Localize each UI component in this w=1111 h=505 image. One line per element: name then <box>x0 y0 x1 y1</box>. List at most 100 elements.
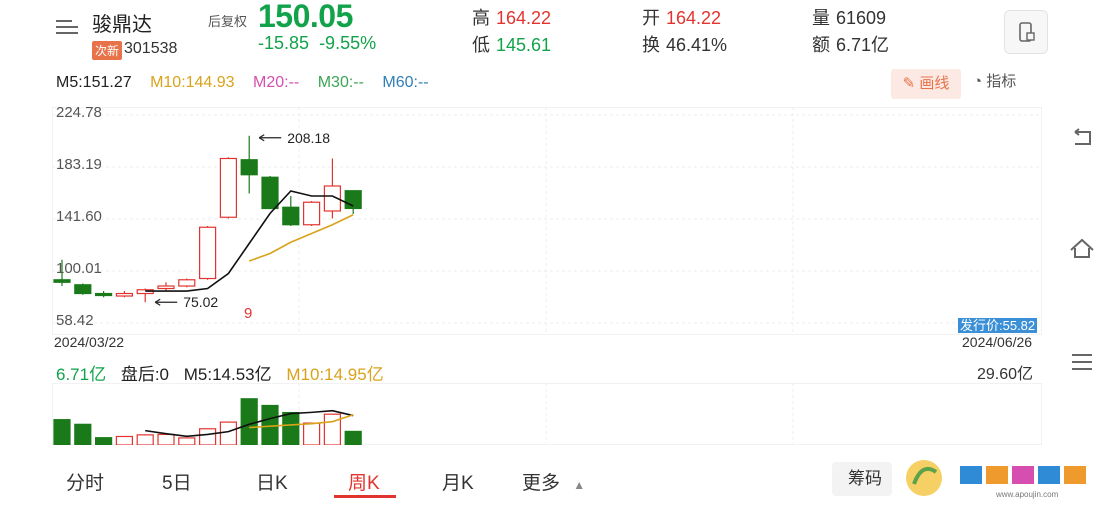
back-icon[interactable] <box>1068 124 1096 152</box>
stat-high: 高 164.22 <box>472 8 552 28</box>
candle-body <box>157 285 175 290</box>
candle <box>240 135 258 194</box>
stat-open: 开 164.22 <box>642 8 722 28</box>
candle-body <box>282 206 300 226</box>
annotation-label: 75.02 <box>183 294 218 310</box>
volume-bar <box>94 437 113 445</box>
candle <box>115 291 134 298</box>
end-date: 2024/06/26 <box>962 334 1033 350</box>
candle <box>344 190 362 214</box>
ma-legend: M5:151.27 M10:144.93 M20:-- M30:-- M60:-… <box>56 74 443 92</box>
stock-name: 骏鼎达 <box>92 14 152 36</box>
candle-body <box>261 176 279 210</box>
y-tick-label: 100.01 <box>56 260 102 277</box>
event-marker-9: 9 <box>244 305 253 322</box>
volume-bar <box>157 433 175 445</box>
stat-turnover: 换 46.41% <box>642 35 728 55</box>
candle-body <box>178 279 196 287</box>
ma10-label: M10:144.93 <box>150 74 235 91</box>
candle <box>261 175 279 210</box>
stat-low: 低 145.61 <box>472 35 552 55</box>
volume-ma5: M5:14.53亿 <box>183 365 272 384</box>
volume-ma10: M10:14.95亿 <box>286 365 384 384</box>
annotation-label: 208.18 <box>287 130 330 146</box>
volume-bars <box>53 398 362 445</box>
phone-rotate-icon <box>1019 22 1035 42</box>
adjust-mode-label[interactable]: 后复权 <box>208 11 247 30</box>
stock-tag-badge: 次新 <box>92 41 123 60</box>
candle <box>303 200 321 227</box>
menu-lines-icon[interactable] <box>1068 348 1096 376</box>
candle-body <box>115 292 134 297</box>
watermark-logo: www.apoujin.com <box>900 452 1111 500</box>
indicator-button[interactable]: ◔ 指标 <box>973 70 1016 91</box>
caret-up-icon: ▲ <box>573 478 586 492</box>
ma60-label: M60:-- <box>382 74 429 91</box>
volume-bar <box>199 428 217 445</box>
volume-amount: 6.71亿 <box>56 365 107 384</box>
volume-bar <box>74 423 92 445</box>
candle <box>282 195 300 227</box>
current-price: 150.05 <box>258 0 353 34</box>
price-change: -15.85 -9.55% <box>258 33 376 54</box>
draw-line-button[interactable]: ✎ 画线 <box>891 69 961 99</box>
tab-5day[interactable]: 5日 <box>162 468 192 495</box>
y-tick-label: 58.42 <box>56 312 94 329</box>
candle-body <box>303 201 321 226</box>
volume-max: 29.60亿 <box>977 366 1034 383</box>
candle-body <box>240 159 258 176</box>
watermark-url: www.apoujin.com <box>996 490 1059 499</box>
tab-daily-k[interactable]: 日K <box>256 468 288 495</box>
pencil-icon: ✎ <box>902 75 916 92</box>
volume-bar <box>53 419 71 445</box>
ma20-label: M20:-- <box>253 74 300 91</box>
volume-bar <box>219 421 237 445</box>
volume-bar <box>344 430 362 445</box>
candle-body <box>74 284 92 295</box>
volume-bar <box>178 437 196 445</box>
active-tab-indicator <box>334 495 396 498</box>
chips-button[interactable]: 筹码 <box>832 462 892 496</box>
volume-bar <box>282 411 300 445</box>
y-tick-label: 224.78 <box>56 107 102 121</box>
ma5-line <box>145 190 354 292</box>
volume-bar <box>240 398 258 445</box>
candle-body <box>199 226 217 280</box>
ma5-label: M5:151.27 <box>56 74 132 91</box>
tab-weekly-k[interactable]: 周K <box>348 468 380 495</box>
menu-icon[interactable] <box>56 20 78 36</box>
candle-body <box>94 292 113 297</box>
candle <box>74 283 92 295</box>
stock-code: 301538 <box>124 40 178 57</box>
home-icon[interactable] <box>1068 234 1096 262</box>
start-date: 2024/03/22 <box>54 334 125 350</box>
stat-amount: 额 6.71亿 <box>812 35 890 55</box>
portrait-mode-button[interactable] <box>1004 10 1048 54</box>
candle-body <box>53 279 71 283</box>
issue-price-badge: 发行价:55.82 <box>958 318 1038 333</box>
volume-legend: 6.71亿 盘后:0 M5:14.53亿 M10:14.95亿 <box>56 360 394 385</box>
ma-lines <box>145 190 354 292</box>
candle <box>199 226 217 280</box>
y-tick-label: 183.19 <box>56 156 102 173</box>
tab-more[interactable]: 更多 ▲ <box>522 468 585 495</box>
candle <box>323 158 341 219</box>
after-hours: 盘后:0 <box>120 365 170 384</box>
tab-intraday[interactable]: 分时 <box>66 468 104 495</box>
gauge-icon: ◔ <box>973 73 983 90</box>
candle <box>94 291 113 298</box>
change-pct: -9.55% <box>319 33 377 53</box>
candle <box>157 282 175 292</box>
volume-bar <box>115 435 134 445</box>
tab-monthly-k[interactable]: 月K <box>442 468 474 495</box>
candle <box>178 278 196 288</box>
candle-body <box>219 157 237 218</box>
candlestick-chart[interactable]: 224.78 183.19 141.60 100.01 58.42 208.18 75.0… <box>52 107 1042 335</box>
volume-bar <box>303 422 321 445</box>
stat-volume: 量 61609 <box>812 8 887 28</box>
candle <box>219 157 237 219</box>
change-abs: -15.85 <box>258 33 310 53</box>
volume-bar <box>323 413 341 445</box>
volume-bar <box>136 434 154 445</box>
volume-chart[interactable] <box>52 383 1042 445</box>
